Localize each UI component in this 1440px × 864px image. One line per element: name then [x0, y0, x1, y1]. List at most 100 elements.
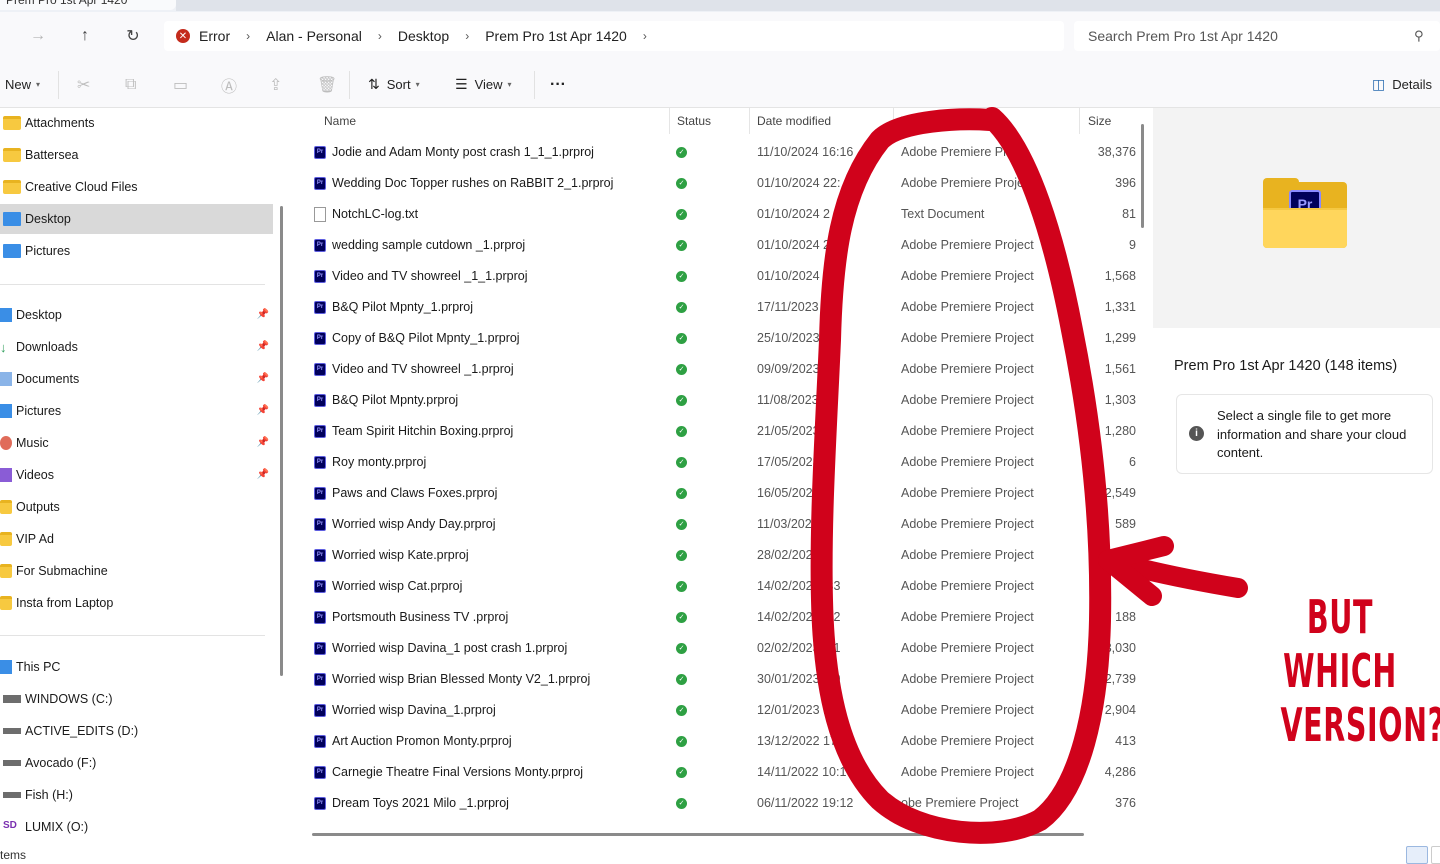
more-options-button[interactable]: ··· — [550, 61, 566, 108]
address-bar[interactable]: ✕ Error › Alan - Personal › Desktop › Pr… — [164, 21, 1064, 51]
breadcrumb-item[interactable]: Prem Pro 1st Apr 1420 — [485, 28, 627, 44]
nav-item-documents[interactable]: Documents 📌 — [0, 364, 273, 394]
file-row[interactable]: Pr Video and TV showreel _1_1.prproj 01/10… — [293, 261, 1143, 292]
nav-item-pictures[interactable]: Pictures — [0, 236, 273, 266]
file-row[interactable]: Pr Art Auction Promon Monty.prproj 13/12/2… — [293, 726, 1143, 757]
nav-item-drive-c[interactable]: WINDOWS (C:) — [0, 684, 273, 714]
breadcrumb-item[interactable]: Alan - Personal — [266, 28, 362, 44]
share-button[interactable]: ⇪ — [269, 61, 282, 108]
file-list-vertical-scrollbar[interactable] — [1141, 124, 1144, 228]
rename-button[interactable]: Ⓐ — [221, 61, 237, 108]
column-divider[interactable] — [1079, 108, 1080, 134]
nav-item-pictures-pinned[interactable]: Pictures 📌 — [0, 396, 273, 426]
file-date-modified: 01/10/2024 2 — [757, 207, 830, 221]
nav-item-downloads[interactable]: ↓ Downloads 📌 — [0, 332, 273, 362]
nav-label: VIP Ad — [16, 532, 54, 546]
sync-status-icon: ✓ — [676, 519, 687, 530]
nav-item-videos[interactable]: Videos 📌 — [0, 460, 273, 490]
sync-status-icon: ✓ — [676, 488, 687, 499]
up-button[interactable]: ↑ — [71, 24, 99, 48]
breadcrumb-error[interactable]: Error — [199, 28, 230, 44]
nav-item-outputs[interactable]: Outputs — [0, 492, 273, 522]
copy-button[interactable]: ⧉ — [125, 61, 136, 108]
chevron-right-icon[interactable]: › — [378, 29, 382, 43]
nav-item-drive-f[interactable]: Avocado (F:) — [0, 748, 273, 778]
premiere-file-icon: Pr — [314, 797, 326, 810]
file-row[interactable]: Pr B&Q Pilot Mpnty.prproj 11/08/2023 1 Adob… — [293, 385, 1143, 416]
refresh-button[interactable]: ↻ — [119, 24, 147, 48]
arrow-right-icon: → — [30, 27, 46, 44]
arrow-up-icon: ↑ — [81, 27, 89, 44]
nav-item-attachments[interactable]: Attachments — [0, 108, 273, 138]
trash-icon: 🗑 — [317, 76, 338, 94]
file-row[interactable]: Pr Roy monty.prproj 17/05/2023 1 Adobe Prem… — [293, 447, 1143, 478]
nav-item-desktop[interactable]: Desktop — [0, 204, 273, 234]
file-row[interactable]: Pr wedding sample cutdown _1.prproj 01/10/… — [293, 230, 1143, 261]
file-row[interactable]: Pr Worried wisp Davina_1 post crash 1.prp… — [293, 633, 1143, 664]
sort-button[interactable]: ⇅ Sort ▾ — [368, 61, 420, 108]
column-divider[interactable] — [669, 108, 670, 134]
nav-item-this-pc[interactable]: This PC — [0, 652, 273, 682]
info-card: i Select a single file to get more infor… — [1176, 394, 1433, 474]
column-header-status[interactable]: Status — [677, 108, 711, 134]
view-button[interactable]: ☰ View ▾ — [455, 61, 512, 108]
nav-item-drive-h[interactable]: Fish (H:) — [0, 780, 273, 810]
nav-item-for-submachine[interactable]: For Submachine — [0, 556, 273, 586]
details-preview: Pr — [1153, 108, 1440, 328]
file-row[interactable]: Pr Worried wisp Andy Day.prproj 11/03/2023… — [293, 509, 1143, 540]
chevron-right-icon[interactable]: › — [246, 29, 250, 43]
nav-item-insta-from-laptop[interactable]: Insta from Laptop — [0, 588, 273, 618]
column-header-type[interactable]: T — [901, 108, 908, 134]
file-size: 188 — [1115, 610, 1136, 624]
file-row[interactable]: Pr Video and TV showreel _1.prproj 09/09/2… — [293, 354, 1143, 385]
file-row[interactable]: Pr Jodie and Adam Monty post crash 1_1_1.… — [293, 137, 1143, 168]
breadcrumb-item[interactable]: Desktop — [398, 28, 449, 44]
new-button[interactable]: New ▾ — [5, 61, 40, 108]
nav-item-battersea[interactable]: Battersea — [0, 140, 273, 170]
file-row[interactable]: Pr Wedding Doc Topper rushes on RaBBIT 2_… — [293, 168, 1143, 199]
annotation-text: BUT WHICH VERSION?? — [1280, 590, 1440, 752]
search-icon[interactable]: ⚲ — [1414, 28, 1430, 44]
paste-button[interactable]: ▭ — [173, 61, 188, 108]
file-row[interactable]: Pr Dream Toys 2021 Milo _1.prproj 06/11/20… — [293, 788, 1143, 819]
file-row[interactable]: NotchLC-log.txt 01/10/2024 2 Text Document… — [293, 199, 1143, 230]
nav-item-vip-ad[interactable]: VIP Ad — [0, 524, 273, 554]
nav-item-creative-cloud[interactable]: Creative Cloud Files — [0, 172, 273, 202]
nav-item-drive-o[interactable]: SD LUMIX (O:) — [0, 812, 273, 842]
sync-status-icon: ✓ — [676, 705, 687, 716]
chevron-right-icon[interactable]: › — [465, 29, 469, 43]
file-row[interactable]: Pr Worried wisp Davina_1.prproj 12/01/2023… — [293, 695, 1143, 726]
file-row[interactable]: Pr Worried wisp Kate.prproj 28/02/2023 Adob… — [293, 540, 1143, 571]
file-row[interactable]: Pr B&Q Pilot Mpnty_1.prproj 17/11/2023 1 Ad… — [293, 292, 1143, 323]
column-header-size[interactable]: Size — [1088, 108, 1111, 134]
chevron-right-icon[interactable]: › — [643, 29, 647, 43]
sync-status-icon: ✓ — [676, 581, 687, 592]
column-divider[interactable] — [749, 108, 750, 134]
forward-button[interactable]: → — [24, 24, 52, 48]
nav-scrollbar[interactable] — [280, 206, 283, 676]
details-view-button[interactable] — [1406, 846, 1428, 864]
nav-item-drive-d[interactable]: ACTIVE_EDITS (D:) — [0, 716, 273, 746]
file-row[interactable]: Pr Worried wisp Cat.prproj 14/02/2023 :33 A… — [293, 571, 1143, 602]
column-header-name[interactable]: Name — [324, 108, 356, 134]
delete-button[interactable]: 🗑 — [317, 61, 337, 108]
file-row[interactable]: Pr Paws and Claws Foxes.prproj 16/05/2023 A… — [293, 478, 1143, 509]
file-row[interactable]: Pr Carnegie Theatre Final Versions Monty.… — [293, 757, 1143, 788]
search-input[interactable] — [1074, 21, 1414, 51]
file-list-horizontal-scrollbar[interactable] — [312, 833, 1084, 836]
file-row[interactable]: Pr Copy of B&Q Pilot Mpnty_1.prproj 25/10/… — [293, 323, 1143, 354]
tiles-view-button[interactable] — [1431, 846, 1440, 864]
column-divider[interactable] — [893, 108, 894, 134]
file-row[interactable]: Pr Team Spirit Hitchin Boxing.prproj 21/05… — [293, 416, 1143, 447]
nav-item-music[interactable]: Music 📌 — [0, 428, 273, 458]
window-tab[interactable]: Prem Pro 1st Apr 1420 — [0, 0, 176, 10]
file-row[interactable]: Pr Portsmouth Business TV .prproj 14/02/20… — [293, 602, 1143, 633]
nav-item-pinned-desktop[interactable]: Desktop 📌 — [0, 300, 273, 330]
video-icon — [0, 468, 12, 482]
file-type: Adobe Premiere Project — [901, 548, 1034, 562]
file-row[interactable]: Pr Worried wisp Brian Blessed Monty V2_1.… — [293, 664, 1143, 695]
column-header-date[interactable]: Date modified — [757, 108, 831, 134]
drive-icon — [3, 760, 21, 766]
details-button[interactable]: ◫ Details — [1372, 61, 1432, 108]
cut-button[interactable]: ✂ — [77, 61, 90, 108]
